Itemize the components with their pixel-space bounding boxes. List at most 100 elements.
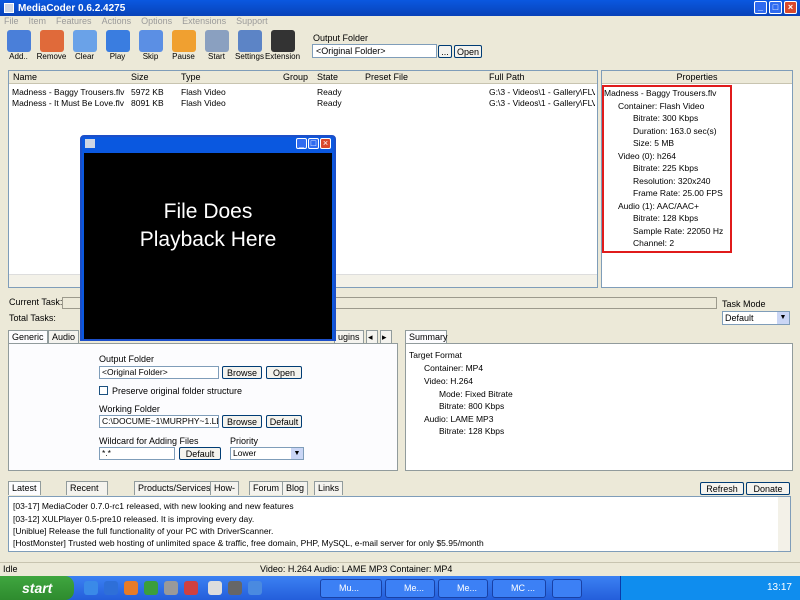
taskbar-item[interactable]: Me... (385, 579, 435, 598)
tab-generic[interactable]: Generic (8, 330, 48, 344)
video-close-button[interactable]: × (320, 138, 331, 149)
news-item[interactable]: [HostMonster] Trusted web hosting of unl… (13, 538, 484, 548)
clear-icon (72, 30, 97, 52)
video-maximize-button[interactable]: □ (308, 138, 319, 149)
news-item[interactable]: [03-12] XULPlayer 0.5-pre10 released. It… (13, 514, 254, 524)
menu-features[interactable]: Features (56, 16, 92, 28)
tab-scroll-left[interactable]: ◂ (366, 330, 378, 344)
summary-panel: Target Format Container: MP4 Video: H.26… (405, 343, 793, 471)
taskbar-item-icon[interactable] (552, 579, 582, 598)
app-icon[interactable] (184, 581, 198, 595)
col-preset[interactable]: Preset File (365, 72, 408, 82)
summary-line: Mode: Fixed Bitrate (439, 389, 513, 399)
tab-howto[interactable]: How-To (210, 481, 240, 506)
menu-file[interactable]: File (4, 16, 19, 28)
output-folder-input[interactable]: <Original Folder> (312, 44, 437, 58)
menu-extensions[interactable]: Extensions (182, 16, 226, 28)
maximize-button[interactable]: □ (769, 1, 782, 14)
news-item[interactable]: [03-17] MediaCoder 0.7.0-rc1 released, w… (13, 501, 294, 511)
video-caption-line2: Playback Here (139, 228, 277, 251)
tab-latest-news[interactable]: Latest News (8, 481, 41, 506)
tab-blog[interactable]: Blog (282, 481, 309, 495)
video-title-bar[interactable]: _ □ × (82, 137, 334, 151)
donate-button[interactable]: Donate (746, 482, 790, 495)
output-folder-label: Output Folder (313, 33, 369, 43)
row-state: Ready (317, 98, 342, 108)
col-type[interactable]: Type (181, 72, 201, 82)
col-group[interactable]: Group (283, 72, 308, 82)
clear-button[interactable]: Clear (68, 30, 101, 64)
play-button[interactable]: Play (101, 30, 134, 64)
menu-actions[interactable]: Actions (102, 16, 132, 28)
col-size[interactable]: Size (131, 72, 149, 82)
menu-support[interactable]: Support (236, 16, 268, 28)
wildcard-input[interactable]: *.* (99, 447, 175, 460)
tab-scroll-right[interactable]: ▸ (380, 330, 392, 344)
add-button[interactable]: Add.. (2, 30, 35, 64)
tab-audio[interactable]: Audio (48, 330, 80, 344)
news-item[interactable]: [Uniblue] Release the full functionality… (13, 526, 273, 536)
col-path[interactable]: Full Path (489, 72, 525, 82)
video-minimize-button[interactable]: _ (296, 138, 307, 149)
app-icon[interactable] (208, 581, 222, 595)
news-list: [03-17] MediaCoder 0.7.0-rc1 released, w… (8, 496, 791, 552)
start-button[interactable]: Start (200, 30, 233, 64)
chevron-down-icon: ▼ (777, 312, 789, 324)
working-folder-input[interactable]: C:\DOCUME~1\MURPHY~1.LL (99, 415, 219, 428)
start-icon (204, 30, 229, 52)
tab-plugins[interactable]: ugins (334, 330, 364, 344)
extension-button[interactable]: Extension (265, 30, 300, 64)
app-icon[interactable] (164, 581, 178, 595)
preserve-checkbox[interactable] (99, 386, 108, 395)
play-icon (105, 30, 130, 52)
menu-item[interactable]: Item (29, 16, 47, 28)
app-icon[interactable] (144, 581, 158, 595)
prop-line: Channel: 2 (633, 238, 675, 248)
clock[interactable]: 13:17 (767, 582, 792, 593)
priority-select[interactable]: Lower ▼ (230, 447, 304, 460)
taskbar-item[interactable]: Mu... (320, 579, 382, 598)
row-size: 5972 KB (131, 87, 164, 97)
prop-line: Bitrate: 225 Kbps (633, 163, 699, 173)
remove-button[interactable]: Remove (35, 30, 68, 64)
close-button[interactable]: × (784, 1, 797, 14)
task-mode-select[interactable]: Default ▼ (722, 311, 790, 325)
app-icon[interactable] (248, 581, 262, 595)
tab-links[interactable]: Links (314, 481, 344, 495)
browser-icon[interactable] (104, 581, 118, 595)
settings-button[interactable]: Settings (233, 30, 266, 64)
menu-options[interactable]: Options (141, 16, 172, 28)
working-default-button[interactable]: Default (266, 415, 302, 428)
tab-products[interactable]: Products/Services (134, 481, 215, 495)
summary-line: Bitrate: 128 Kbps (439, 426, 505, 436)
wildcard-default-button[interactable]: Default (179, 447, 221, 460)
col-name[interactable]: Name (13, 72, 37, 82)
output-folder-label: Output Folder (99, 354, 155, 364)
vertical-scrollbar[interactable] (778, 497, 790, 551)
taskbar-item[interactable]: Me... (438, 579, 488, 598)
col-state[interactable]: State (317, 72, 338, 82)
tab-forum[interactable]: Forum (249, 481, 284, 495)
summary-line: Target Format (409, 350, 462, 360)
show-desktop-icon[interactable] (84, 581, 98, 595)
skip-button[interactable]: Skip (134, 30, 167, 64)
taskbar-item[interactable]: MC ... (492, 579, 546, 598)
browse-dots-button[interactable]: ... (438, 45, 452, 58)
open-folder-button[interactable]: Open (454, 45, 482, 58)
start-button[interactable]: start (0, 576, 74, 600)
minimize-button[interactable]: _ (754, 1, 767, 14)
browse-button[interactable]: Browse (222, 366, 262, 379)
pause-button[interactable]: Pause (167, 30, 200, 64)
working-browse-button[interactable]: Browse (222, 415, 262, 428)
file-list-header: Name Size Type Group State Preset File F… (9, 71, 597, 84)
output-folder-input[interactable]: <Original Folder> (99, 366, 219, 379)
firefox-icon[interactable] (124, 581, 138, 595)
skip-icon (138, 30, 163, 52)
refresh-button[interactable]: Refresh (700, 482, 744, 495)
open-button[interactable]: Open (266, 366, 302, 379)
tab-recent-updates[interactable]: Recent Updates (66, 481, 108, 506)
video-caption-line1: File Does (163, 200, 253, 223)
app-icon[interactable] (228, 581, 242, 595)
tab-summary[interactable]: Summary (405, 330, 448, 344)
video-window[interactable]: _ □ × File Does Playback Here (80, 135, 336, 341)
